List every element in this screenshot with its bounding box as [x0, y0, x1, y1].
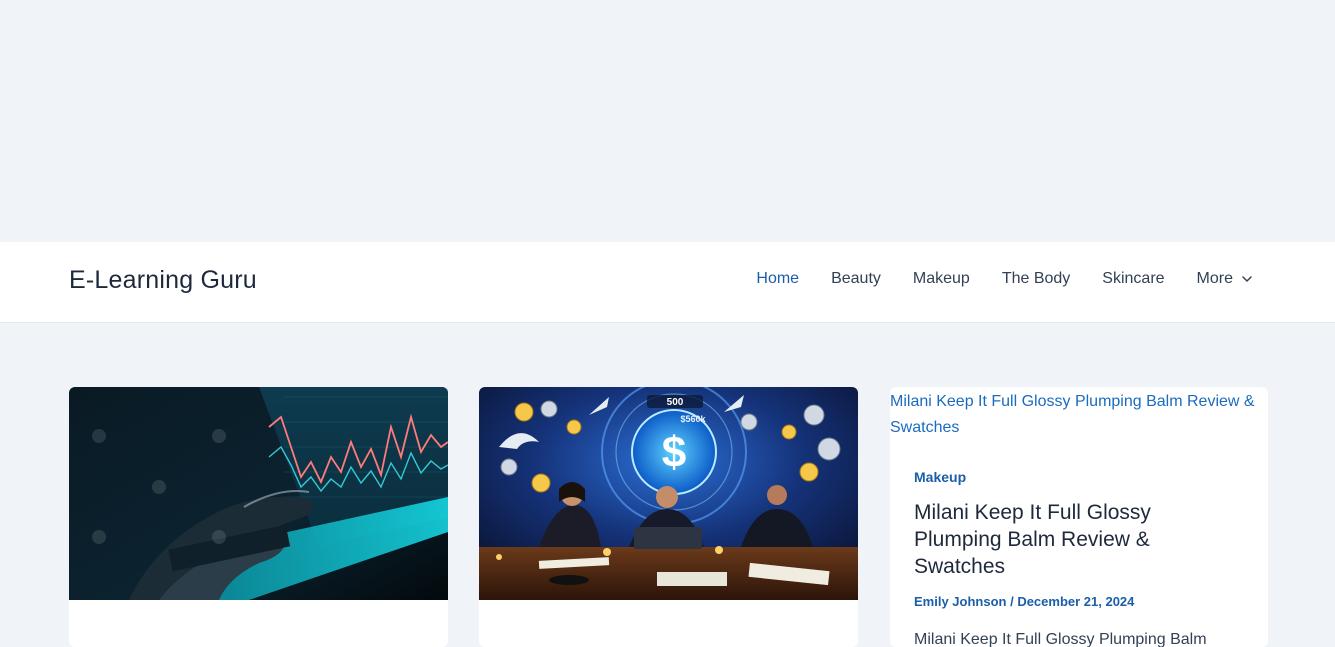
chevron-down-icon: [1242, 276, 1252, 282]
nav-item-label: More: [1196, 270, 1233, 287]
site-header: E-Learning Guru Home Beauty Makeup The B…: [0, 242, 1335, 323]
business-money-image: $ 500 $560k: [479, 387, 858, 600]
nav-item-label: Beauty: [831, 270, 881, 287]
trading-chart-image: [69, 387, 448, 600]
post-thumbnail[interactable]: [69, 387, 448, 600]
nav-item-beauty[interactable]: Beauty: [831, 270, 881, 288]
nav-item-makeup[interactable]: Makeup: [913, 270, 970, 288]
post-card: [69, 387, 448, 647]
overlay-number: 500: [667, 397, 684, 408]
nav-item-label: Makeup: [912, 270, 970, 287]
post-excerpt: Milani Keep It Full Glossy Plumping Balm: [914, 631, 1207, 647]
svg-text:$: $: [662, 428, 686, 477]
post-card: Milani Keep It Full Glossy Plumping Balm…: [890, 387, 1268, 647]
main-nav: Home Beauty Makeup The Body Skincare Mor…: [724, 270, 1253, 288]
post-card-body: Makeup Milani Keep It Full Glossy Plumpi…: [890, 469, 1268, 647]
category-link[interactable]: Makeup: [914, 469, 1244, 485]
meta-separator: /: [1006, 594, 1018, 609]
post-date[interactable]: December 21, 2024: [1017, 594, 1134, 609]
nav-item-the-body[interactable]: The Body: [1002, 270, 1070, 288]
site-title[interactable]: E-Learning Guru: [69, 266, 257, 295]
nav-item-more[interactable]: More: [1197, 270, 1253, 288]
nav-item-home[interactable]: Home: [756, 270, 799, 288]
ad-space: [0, 0, 1335, 242]
nav-item-label: Skincare: [1102, 270, 1165, 287]
post-title[interactable]: Milani Keep It Full Glossy Plumping Balm…: [914, 499, 1244, 580]
post-meta: Emily Johnson / December 21, 2024: [914, 594, 1244, 609]
nav-item-skincare[interactable]: Skincare: [1102, 270, 1164, 288]
post-thumbnail-broken[interactable]: Milani Keep It Full Glossy Plumping Balm…: [890, 387, 1268, 441]
overlay-amount: $560k: [680, 414, 706, 424]
post-thumbnail[interactable]: $ 500 $560k: [479, 387, 858, 600]
nav-item-label: Home: [756, 270, 800, 287]
post-card: $ 500 $560k: [479, 387, 858, 647]
nav-item-label: The Body: [1001, 270, 1071, 287]
author-link[interactable]: Emily Johnson: [914, 594, 1006, 609]
